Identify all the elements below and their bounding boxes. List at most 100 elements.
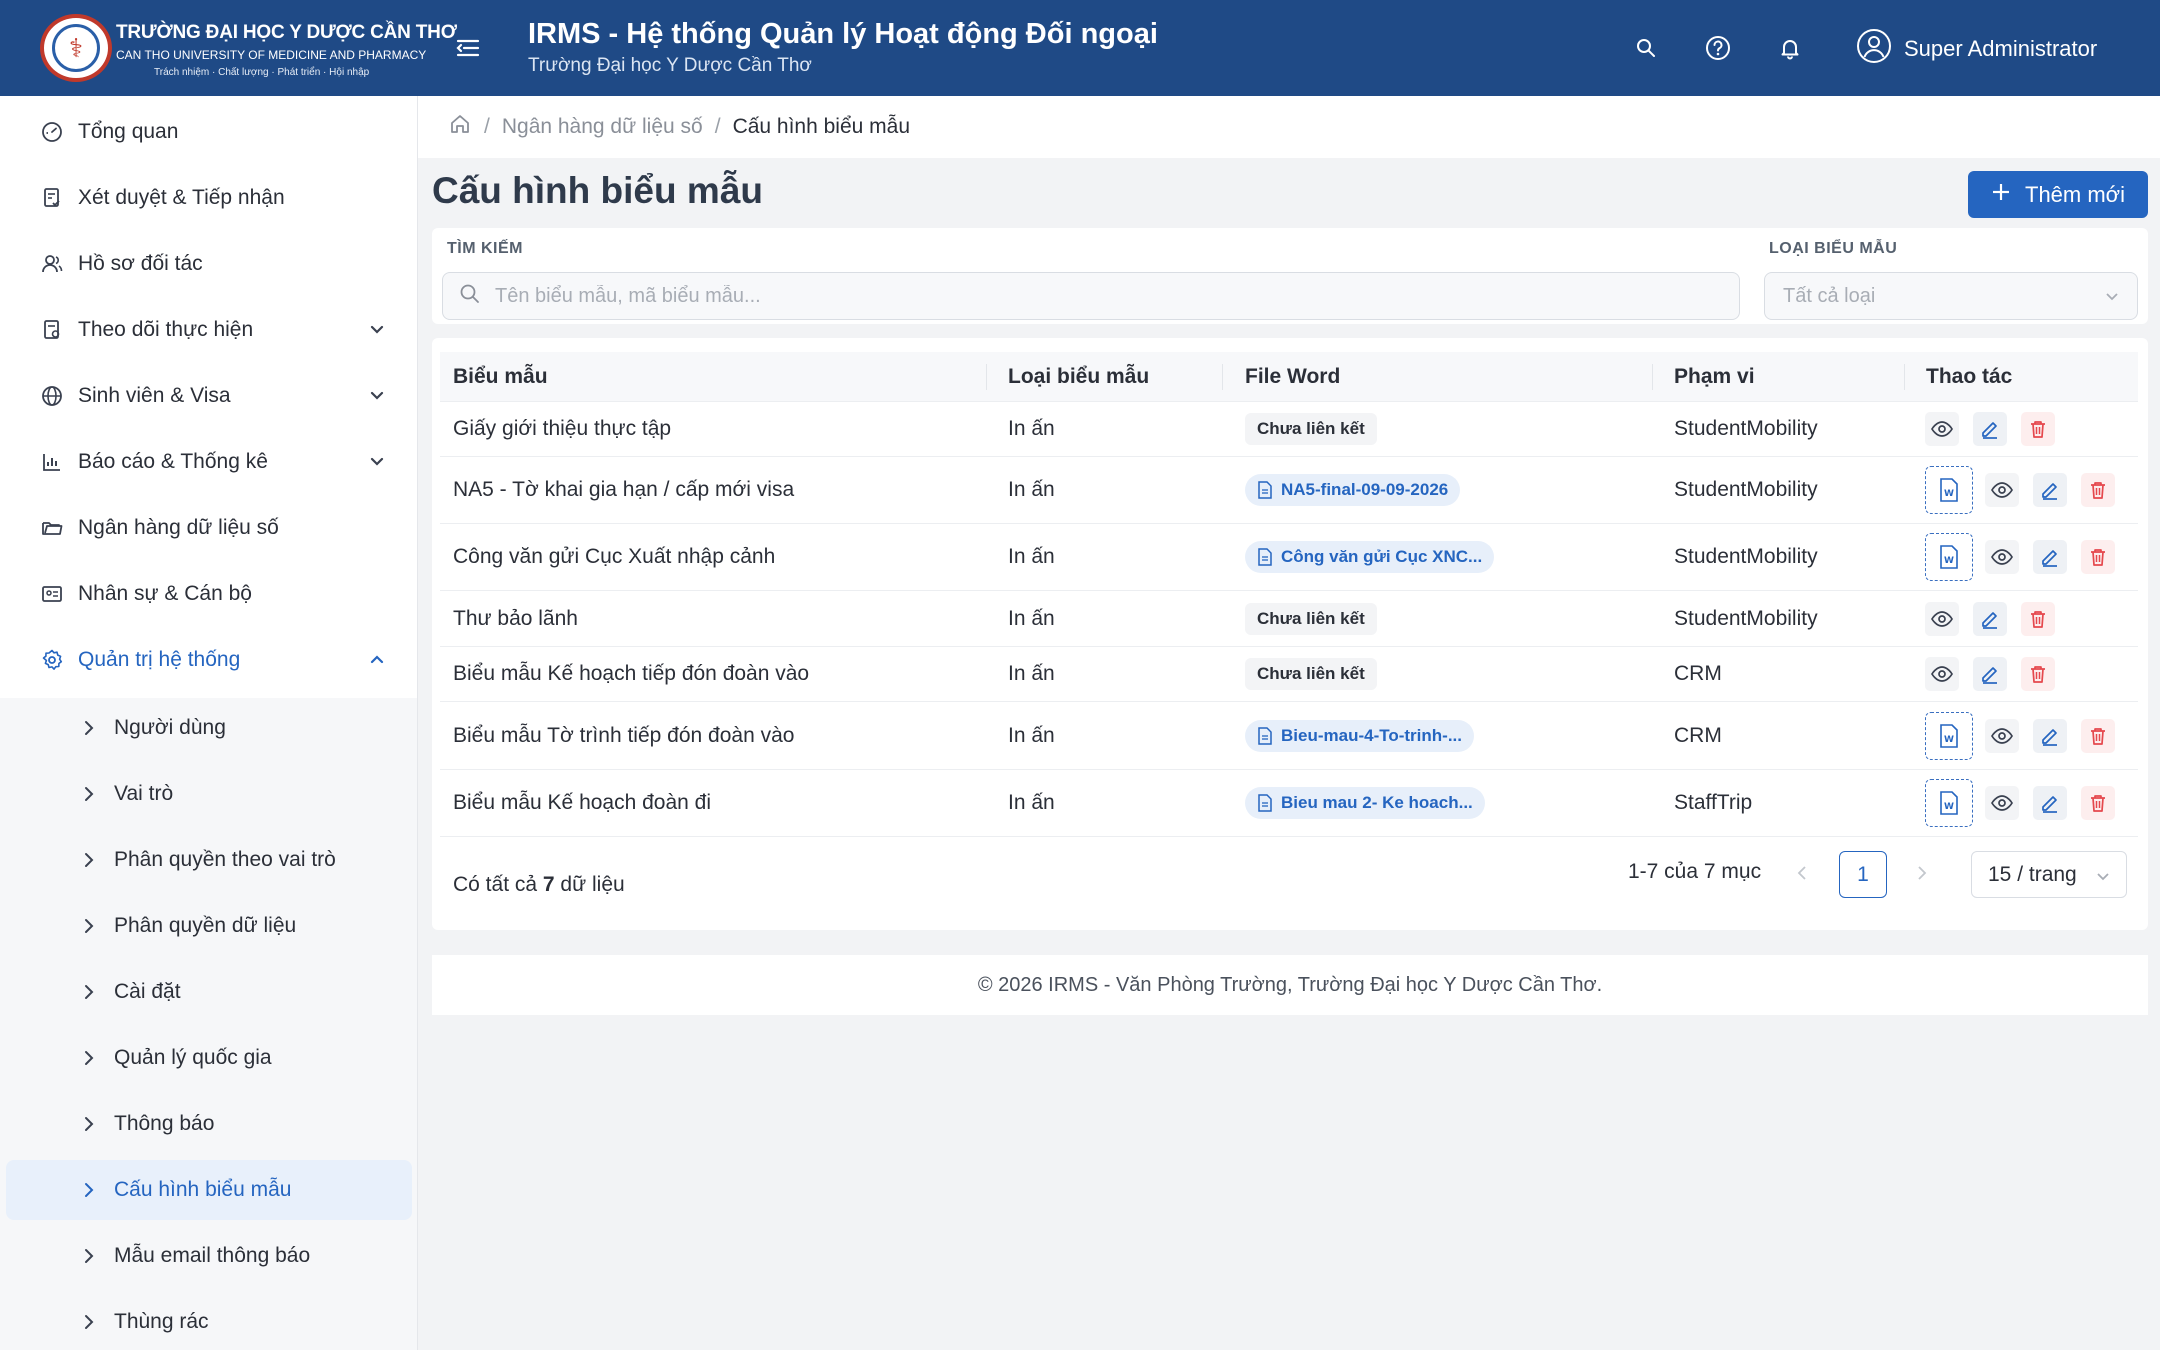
form-type-select[interactable]: Tất cả loại [1764, 272, 2138, 320]
column-header-form[interactable]: Biểu mẫu [453, 352, 548, 402]
sidebar-item-notifications[interactable]: Thông báo [6, 1094, 412, 1154]
delete-button[interactable] [2021, 657, 2055, 691]
sidebar-item-label: Tổng quan [78, 120, 179, 143]
sidebar-item-overview[interactable]: Tổng quan [0, 102, 417, 162]
file-link-badge[interactable]: Bieu mau 2- Ke hoach... [1245, 787, 1485, 819]
chevron-down-icon [366, 385, 388, 407]
sidebar-item-partners[interactable]: Hồ sơ đối tác [0, 234, 417, 294]
sidebar-item-label: Theo dõi thực hiện [78, 318, 254, 341]
edit-button[interactable] [1973, 602, 2007, 636]
chart-icon [40, 450, 64, 474]
sidebar-item-role-permissions[interactable]: Phân quyền theo vai trò [6, 830, 412, 890]
word-file-button[interactable]: W [1925, 466, 1973, 514]
user-menu[interactable]: Super Administrator [1856, 29, 2098, 68]
file-link-badge[interactable]: NA5-final-09-09-2026 [1245, 474, 1461, 506]
page-size-select[interactable]: 15 / trang [1971, 851, 2127, 898]
chevron-down-icon [2103, 287, 2121, 311]
breadcrumb-parent[interactable]: Ngân hàng dữ liệu số [502, 115, 703, 139]
sidebar-item-review[interactable]: Xét duyệt & Tiếp nhận [0, 168, 417, 228]
sidebar-item-label: Cài đặt [114, 980, 181, 1003]
plus-icon [1991, 182, 2011, 208]
delete-button[interactable] [2021, 412, 2055, 446]
word-file-button[interactable]: W [1925, 712, 1973, 760]
sidebar-item-students-visa[interactable]: Sinh viên & Visa [0, 366, 417, 426]
edit-button[interactable] [1973, 657, 2007, 691]
edit-button[interactable] [2033, 719, 2067, 753]
page-button-current[interactable]: 1 [1839, 851, 1887, 898]
search-input[interactable] [495, 284, 1695, 308]
chevron-right-icon [80, 785, 98, 803]
edit-button[interactable] [2033, 786, 2067, 820]
chevron-right-icon [80, 983, 98, 1001]
edit-button[interactable] [2033, 473, 2067, 507]
file-link-badge[interactable]: Công văn gửi Cục XNC... [1245, 541, 1495, 573]
delete-button[interactable] [2081, 473, 2115, 507]
help-icon[interactable] [1702, 32, 1734, 64]
sidebar-item-form-config[interactable]: Cấu hình biểu mẫu [6, 1160, 412, 1220]
search-icon[interactable] [1630, 32, 1662, 64]
view-button[interactable] [1985, 540, 2019, 574]
add-new-button[interactable]: Thêm mới [1968, 171, 2148, 218]
footer-text: © 2026 IRMS - Văn Phòng Trường, Trường Đ… [977, 973, 1603, 996]
file-unlinked-badge: Chưa liên kết [1245, 602, 1377, 635]
sidebar-item-data-permissions[interactable]: Phân quyền dữ liệu [6, 896, 412, 956]
file-link-badge[interactable]: Bieu-mau-4-To-trinh-... [1245, 719, 1474, 752]
pagination-range: 1-7 của 7 mục [1628, 860, 1762, 883]
delete-button[interactable] [2081, 719, 2115, 753]
delete-button[interactable] [2081, 786, 2115, 820]
form-type: In ấn [1008, 723, 1055, 747]
sidebar-item-settings[interactable]: Cài đặt [6, 962, 412, 1022]
next-page-icon[interactable] [1911, 862, 1933, 884]
form-type: In ấn [1008, 791, 1055, 814]
sidebar-item-roles[interactable]: Vai trò [6, 764, 412, 824]
sidebar-item-countries[interactable]: Quản lý quốc gia [6, 1028, 412, 1088]
view-button[interactable] [1925, 657, 1959, 691]
form-scope: StudentMobility [1674, 545, 1818, 568]
menu-icon[interactable] [452, 32, 484, 64]
delete-button[interactable] [2081, 540, 2115, 574]
sidebar-item-staff[interactable]: Nhân sự & Cán bộ [0, 564, 417, 624]
sidebar-item-admin[interactable]: Quản trị hệ thống [0, 630, 417, 690]
user-name: Super Administrator [1904, 36, 2098, 61]
sidebar-item-tracking[interactable]: Theo dõi thực hiện [0, 300, 417, 360]
bell-icon[interactable] [1774, 32, 1806, 64]
caduceus-icon: ⚕ [52, 24, 100, 72]
total-suffix: dữ liệu [560, 873, 625, 896]
university-logo[interactable]: ⚕ [40, 14, 112, 82]
sidebar-item-users[interactable]: Người dùng [6, 698, 412, 758]
edit-button[interactable] [1973, 412, 2007, 446]
svg-text:W: W [1944, 489, 1954, 499]
view-button[interactable] [1985, 719, 2019, 753]
sidebar-item-label: Thông báo [114, 1112, 215, 1135]
app-title: IRMS - Hệ thống Quản lý Hoạt động Đối ng… [528, 18, 1158, 50]
view-button[interactable] [1925, 602, 1959, 636]
chevron-down-icon [2094, 867, 2112, 891]
table-row: Thư bảo lãnh In ấn Chưa liên kết Student… [440, 591, 2138, 647]
column-header-scope[interactable]: Phạm vi [1674, 352, 1755, 402]
form-scope: CRM [1674, 723, 1722, 747]
prev-page-icon[interactable] [1791, 862, 1813, 884]
view-button[interactable] [1985, 473, 2019, 507]
word-file-button[interactable]: W [1925, 779, 1973, 827]
column-header-file[interactable]: File Word [1245, 352, 1340, 402]
edit-button[interactable] [2033, 540, 2067, 574]
sidebar-item-trash[interactable]: Thùng rác [6, 1292, 412, 1350]
column-header-type[interactable]: Loại biểu mẫu [1008, 352, 1149, 402]
sidebar-item-email-templates[interactable]: Mẫu email thông báo [6, 1226, 412, 1286]
chevron-right-icon [80, 719, 98, 737]
sidebar-item-label: Thùng rác [114, 1310, 209, 1333]
delete-button[interactable] [2021, 602, 2055, 636]
view-button[interactable] [1925, 412, 1959, 446]
view-button[interactable] [1985, 786, 2019, 820]
university-name-en: CAN THO UNIVERSITY OF MEDICINE AND PHARM… [116, 48, 427, 62]
sidebar-item-reports[interactable]: Báo cáo & Thống kê [0, 432, 417, 492]
file-name: Công văn gửi Cục XNC... [1281, 547, 1483, 566]
filter-card: TÌM KIẾM LOẠI BIỂU MẪU Tất cả loại [432, 228, 2148, 324]
word-file-button[interactable]: W [1925, 533, 1973, 581]
form-name: Biểu mẫu Tờ trình tiếp đón đoàn vào [453, 723, 795, 747]
home-icon[interactable] [448, 112, 472, 142]
sidebar-item-data-bank[interactable]: Ngân hàng dữ liệu số [0, 498, 417, 558]
table-row: Biểu mẫu Kế hoạch tiếp đón đoàn vào In ấ… [440, 647, 2138, 702]
page-title: Cấu hình biểu mẫu [432, 170, 763, 211]
chevron-right-icon [80, 851, 98, 869]
